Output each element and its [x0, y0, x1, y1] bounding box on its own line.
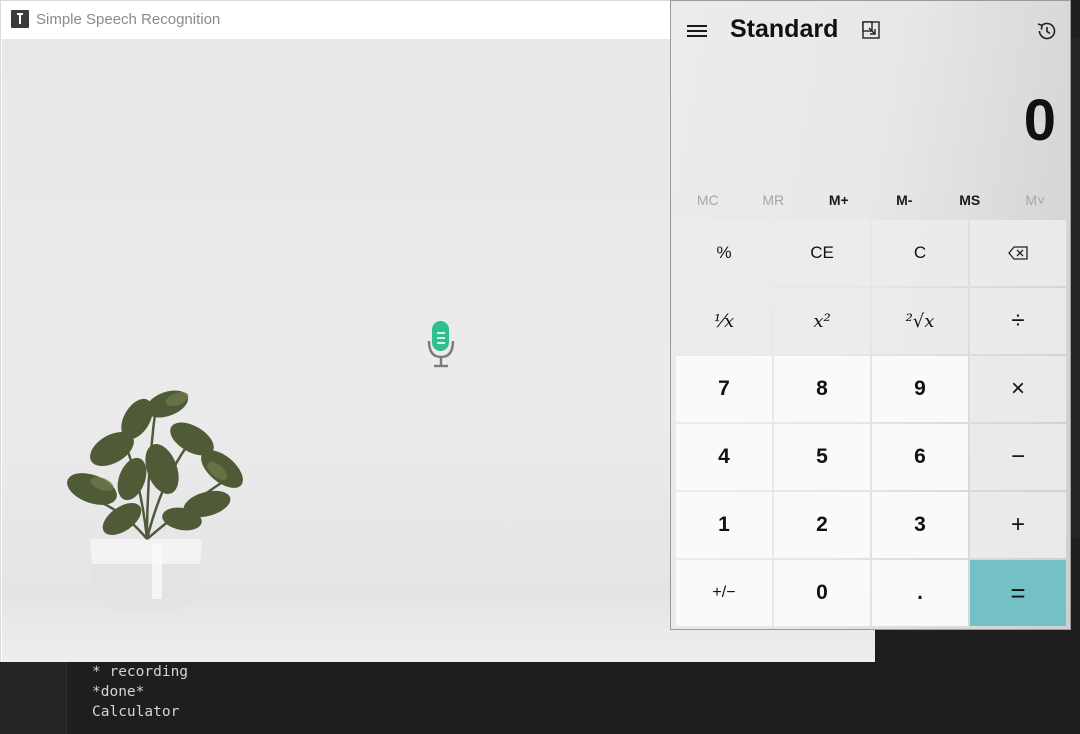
hamburger-menu-icon[interactable] — [685, 19, 709, 43]
app-icon — [11, 10, 29, 28]
keypad: % CE C ⅟x x² ²√x ÷ 7 8 9 × 4 5 6 − 1 2 3… — [676, 220, 1069, 626]
backspace-button[interactable] — [970, 220, 1066, 286]
digit-5-button[interactable]: 5 — [774, 424, 870, 490]
subtract-button[interactable]: − — [970, 424, 1066, 490]
memory-recall-button[interactable]: MR — [741, 187, 807, 213]
calculator-window: Standard 0 MC MR M+ M- MS M˅ % CE C ⅟x x… — [670, 0, 1071, 630]
square-button[interactable]: x² — [774, 288, 870, 354]
history-icon[interactable] — [1035, 19, 1059, 43]
negate-button[interactable]: +/− — [676, 560, 772, 626]
clear-entry-button[interactable]: CE — [774, 220, 870, 286]
keep-on-top-icon[interactable] — [860, 19, 882, 41]
percent-button[interactable]: % — [676, 220, 772, 286]
decimal-point-button[interactable]: . — [872, 560, 968, 626]
terminal-line: * recording — [92, 664, 189, 680]
digit-4-button[interactable]: 4 — [676, 424, 772, 490]
memory-add-button[interactable]: M+ — [806, 187, 872, 213]
digit-2-button[interactable]: 2 — [774, 492, 870, 558]
microphone-icon[interactable] — [425, 319, 457, 369]
calculator-mode-title: Standard — [730, 15, 839, 43]
window-title: Simple Speech Recognition — [36, 11, 221, 28]
terminal-line: Calculator — [92, 704, 180, 720]
equals-button[interactable]: = — [970, 560, 1066, 626]
digit-3-button[interactable]: 3 — [872, 492, 968, 558]
reciprocal-button[interactable]: ⅟x — [676, 288, 772, 354]
memory-row: MC MR M+ M- MS M˅ — [675, 187, 1068, 213]
memory-list-button[interactable]: M˅ — [1003, 187, 1069, 213]
terminal-output[interactable]: * recording *done* Calculator — [92, 662, 188, 722]
square-root-button[interactable]: ²√x — [872, 288, 968, 354]
memory-store-button[interactable]: MS — [937, 187, 1003, 213]
clear-button[interactable]: C — [872, 220, 968, 286]
terminal-line: *done* — [92, 684, 145, 700]
add-button[interactable]: + — [970, 492, 1066, 558]
digit-9-button[interactable]: 9 — [872, 356, 968, 422]
digit-7-button[interactable]: 7 — [676, 356, 772, 422]
potted-plant-image — [67, 390, 243, 609]
calculator-display: 0 — [1023, 88, 1056, 153]
terminal-sidebar — [0, 662, 67, 734]
backspace-icon — [1008, 246, 1028, 260]
digit-1-button[interactable]: 1 — [676, 492, 772, 558]
editor-side-panel — [1071, 38, 1080, 538]
multiply-button[interactable]: × — [970, 356, 1066, 422]
digit-8-button[interactable]: 8 — [774, 356, 870, 422]
memory-clear-button[interactable]: MC — [675, 187, 741, 213]
digit-0-button[interactable]: 0 — [774, 560, 870, 626]
digit-6-button[interactable]: 6 — [872, 424, 968, 490]
divide-button[interactable]: ÷ — [970, 288, 1066, 354]
memory-subtract-button[interactable]: M- — [872, 187, 938, 213]
